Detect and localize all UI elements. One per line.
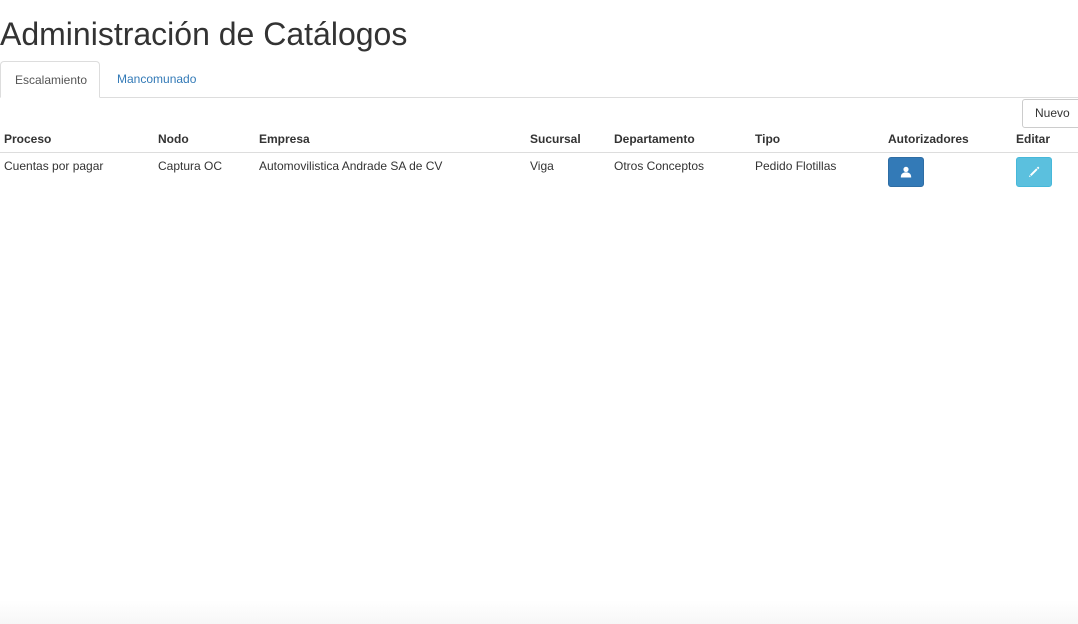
column-header-editar: Editar (1016, 132, 1051, 146)
pencil-icon (1028, 166, 1040, 178)
edit-button[interactable] (1016, 157, 1052, 187)
catalog-table: Proceso Nodo Empresa Sucursal Departamen… (0, 128, 1078, 197)
cell-departamento: Otros Conceptos (614, 159, 705, 173)
table-header: Proceso Nodo Empresa Sucursal Departamen… (0, 128, 1078, 153)
cell-proceso: Cuentas por pagar (4, 159, 104, 173)
column-header-sucursal: Sucursal (530, 132, 581, 146)
cell-sucursal: Viga (530, 159, 554, 173)
cell-empresa: Automovilistica Andrade SA de CV (259, 159, 443, 173)
authorizers-button[interactable] (888, 157, 924, 187)
cell-tipo: Pedido Flotillas (755, 159, 837, 173)
column-header-departamento: Departamento (614, 132, 695, 146)
column-header-tipo: Tipo (755, 132, 781, 146)
tab-escalamiento[interactable]: Escalamiento (0, 61, 100, 98)
tab-bar: Escalamiento Mancomunado (0, 61, 1078, 98)
column-header-proceso: Proceso (4, 132, 52, 146)
new-button[interactable]: Nuevo (1022, 99, 1078, 128)
bottom-shadow (0, 600, 1078, 624)
table-row: Cuentas por pagar Captura OC Automovilis… (0, 153, 1078, 197)
column-header-empresa: Empresa (259, 132, 310, 146)
column-header-autorizadores: Autorizadores (888, 132, 969, 146)
column-header-nodo: Nodo (158, 132, 189, 146)
tab-mancomunado[interactable]: Mancomunado (103, 61, 210, 97)
page: Administración de Catálogos Escalamiento… (0, 0, 1078, 624)
cell-nodo: Captura OC (158, 159, 223, 173)
page-title: Administración de Catálogos (0, 16, 408, 52)
user-icon (900, 166, 912, 178)
